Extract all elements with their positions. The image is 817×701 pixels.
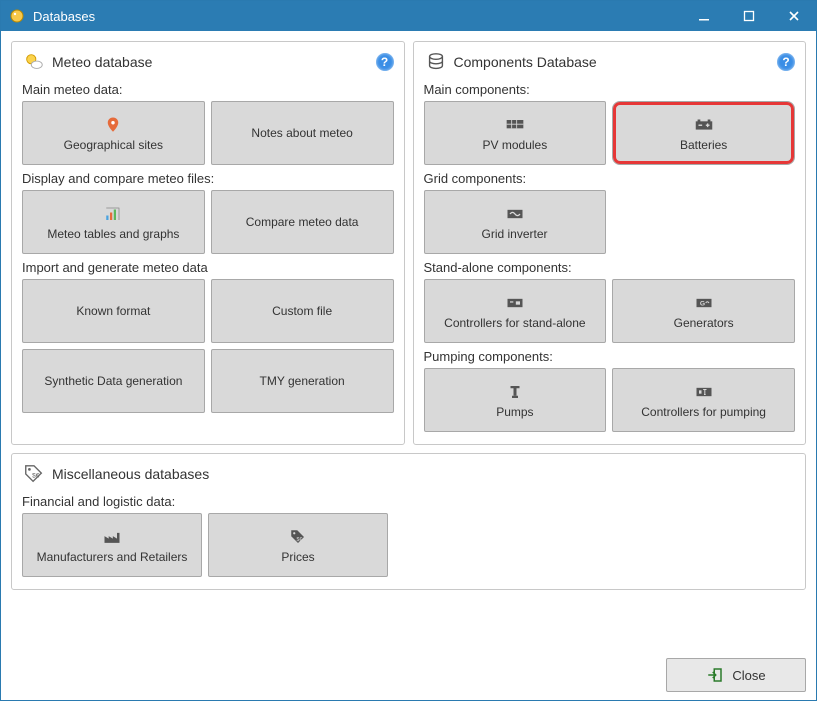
notes-meteo-button[interactable]: Notes about meteo <box>211 101 394 165</box>
misc-panel-header: $€ Miscellaneous databases <box>22 462 795 486</box>
titlebar: Databases <box>1 1 816 31</box>
components-panel: Components Database ? Main components: P… <box>413 41 807 445</box>
misc-panel: $€ Miscellaneous databases Financial and… <box>11 453 806 590</box>
components-panel-header: Components Database ? <box>424 50 796 74</box>
factory-icon <box>102 527 122 547</box>
map-pin-icon <box>104 115 122 135</box>
button-label: PV modules <box>483 138 548 152</box>
top-panels-row: Meteo database ? Main meteo data: Geogra… <box>11 41 806 445</box>
database-icon <box>424 50 448 74</box>
misc-panel-title: Miscellaneous databases <box>52 466 795 482</box>
section-label: Financial and logistic data: <box>22 494 795 509</box>
button-label: Known format <box>76 304 150 318</box>
controller-icon <box>505 293 525 313</box>
synthetic-data-button[interactable]: Synthetic Data generation <box>22 349 205 413</box>
generator-icon: G <box>694 293 714 313</box>
compare-meteo-button[interactable]: Compare meteo data <box>211 190 394 254</box>
button-label: Prices <box>281 550 314 564</box>
components-panel-title: Components Database <box>454 54 778 70</box>
meteo-panel-title: Meteo database <box>52 54 376 70</box>
geographical-sites-button[interactable]: Geographical sites <box>22 101 205 165</box>
button-label: TMY generation <box>260 374 345 388</box>
help-icon[interactable]: ? <box>376 53 394 71</box>
window-controls <box>681 1 816 31</box>
button-label: Meteo tables and graphs <box>47 227 179 241</box>
close-button[interactable]: Close <box>666 658 806 692</box>
button-label: Custom file <box>272 304 332 318</box>
svg-text:G: G <box>699 300 704 307</box>
manufacturers-retailers-button[interactable]: Manufacturers and Retailers <box>22 513 202 577</box>
price-tag-icon: $€ <box>289 527 307 547</box>
maximize-button[interactable] <box>726 1 771 31</box>
button-label: Geographical sites <box>64 138 163 152</box>
controllers-standalone-button[interactable]: Controllers for stand-alone <box>424 279 607 343</box>
battery-icon <box>693 115 715 135</box>
button-label: Compare meteo data <box>246 215 359 229</box>
meteo-panel-header: Meteo database ? <box>22 50 394 74</box>
svg-text:$€: $€ <box>32 473 40 480</box>
prices-button[interactable]: $€ Prices <box>208 513 388 577</box>
meteo-panel: Meteo database ? Main meteo data: Geogra… <box>11 41 405 445</box>
button-label: Controllers for stand-alone <box>444 316 585 330</box>
content-area: Meteo database ? Main meteo data: Geogra… <box>1 31 816 650</box>
app-icon <box>9 8 25 24</box>
button-label: Synthetic Data generation <box>44 374 182 388</box>
pv-modules-button[interactable]: PV modules <box>424 101 607 165</box>
button-label: Manufacturers and Retailers <box>37 550 188 564</box>
button-label: Pumps <box>496 405 533 419</box>
help-icon[interactable]: ? <box>777 53 795 71</box>
close-window-button[interactable] <box>771 1 816 31</box>
section-label: Grid components: <box>424 171 796 186</box>
tag-icon: $€ <box>22 462 46 486</box>
exit-icon <box>706 666 724 684</box>
sun-cloud-icon <box>22 50 46 74</box>
button-label: Controllers for pumping <box>641 405 766 419</box>
footer: Close <box>1 650 816 700</box>
inverter-icon <box>505 204 525 224</box>
button-label: Generators <box>674 316 734 330</box>
section-label: Main components: <box>424 82 796 97</box>
chart-icon <box>104 204 122 224</box>
window-title: Databases <box>33 9 681 24</box>
section-label: Import and generate meteo data <box>22 260 394 275</box>
minimize-button[interactable] <box>681 1 726 31</box>
button-label: Grid inverter <box>482 227 548 241</box>
svg-text:$€: $€ <box>297 536 303 542</box>
custom-file-button[interactable]: Custom file <box>211 279 394 343</box>
section-label: Main meteo data: <box>22 82 394 97</box>
button-label: Batteries <box>680 138 727 152</box>
databases-window: Databases Meteo database ? <box>0 0 817 701</box>
batteries-button[interactable]: Batteries <box>612 101 795 165</box>
pump-controller-icon <box>694 382 714 402</box>
generators-button[interactable]: G Generators <box>612 279 795 343</box>
pump-icon <box>506 382 524 402</box>
close-button-label: Close <box>732 668 765 683</box>
controllers-pumping-button[interactable]: Controllers for pumping <box>612 368 795 432</box>
section-label: Display and compare meteo files: <box>22 171 394 186</box>
tmy-generation-button[interactable]: TMY generation <box>211 349 394 413</box>
meteo-tables-graphs-button[interactable]: Meteo tables and graphs <box>22 190 205 254</box>
grid-inverter-button[interactable]: Grid inverter <box>424 190 606 254</box>
section-label: Pumping components: <box>424 349 796 364</box>
pumps-button[interactable]: Pumps <box>424 368 607 432</box>
button-label: Notes about meteo <box>251 126 352 140</box>
section-label: Stand-alone components: <box>424 260 796 275</box>
solar-panel-icon <box>505 115 525 135</box>
known-format-button[interactable]: Known format <box>22 279 205 343</box>
